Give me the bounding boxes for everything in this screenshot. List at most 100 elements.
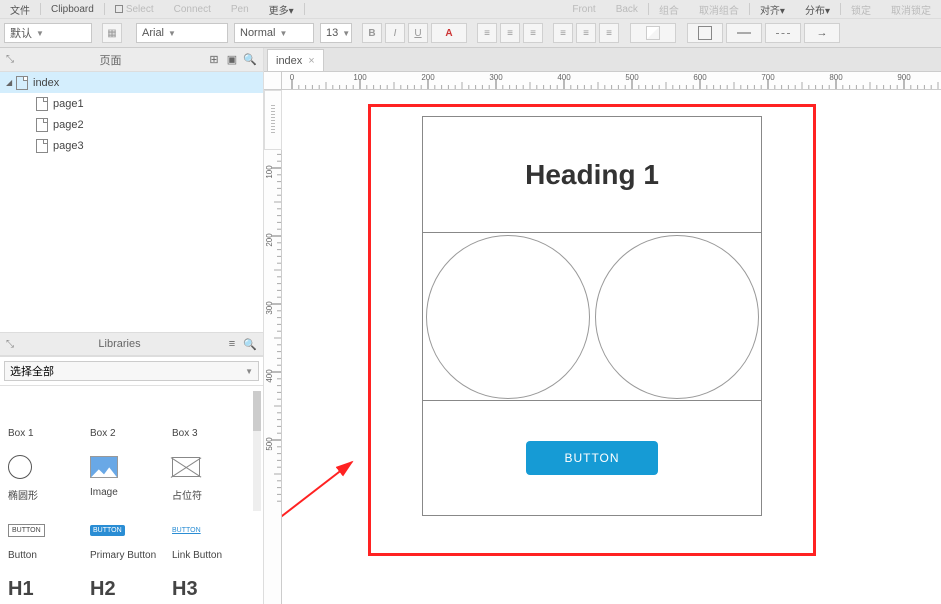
tool-pen[interactable]: Pen [221, 4, 259, 15]
canvas[interactable]: Heading 1 BUTTON [282, 90, 941, 604]
font-style-dropdown[interactable]: Normal▼ [234, 23, 314, 43]
library-item[interactable]: BUTTONPrimary Button [84, 512, 166, 571]
add-folder-icon[interactable]: ⊞ [207, 53, 221, 67]
library-item-label: 占位符 [172, 487, 242, 502]
page-child[interactable]: page3 [0, 135, 263, 156]
link-button-icon: BUTTON [172, 527, 201, 534]
btn-front[interactable]: Front [562, 4, 605, 15]
top-menubar: 文件 Clipboard Select Connect Pen 更多▾ Fron… [0, 0, 941, 18]
annotation-arrow [282, 450, 382, 580]
underline-button[interactable]: U [408, 23, 428, 43]
library-item[interactable]: Box 1 [2, 390, 84, 449]
btn-distribute[interactable]: 分布▾ [795, 2, 840, 17]
artboard-cell-right[interactable] [592, 233, 761, 400]
page-root[interactable]: ◢ index [0, 72, 263, 93]
collapse-icon[interactable]: ⤡ [6, 54, 14, 65]
library-item[interactable]: H1 [2, 571, 84, 604]
arrow-style-button[interactable]: → [804, 23, 840, 43]
button-widget[interactable]: BUTTON [526, 441, 657, 475]
library-item[interactable]: Box 3 [166, 390, 248, 449]
library-item[interactable]: Image [84, 449, 166, 512]
svg-text:100: 100 [265, 165, 274, 179]
vertical-ruler[interactable]: 0100200300400500 [264, 90, 282, 604]
library-scrollbar[interactable] [253, 391, 261, 511]
library-filter-dropdown[interactable]: 选择全部▼ [4, 361, 259, 381]
svg-text:200: 200 [265, 233, 274, 247]
align-left-button[interactable]: ≡ [477, 23, 497, 43]
library-item-label: Primary Button [90, 550, 160, 561]
paintformat-icon[interactable]: ▦ [102, 23, 122, 43]
library-item[interactable]: BUTTONButton [2, 512, 84, 571]
btn-lock[interactable]: 锁定 [841, 2, 881, 17]
align-right-button[interactable]: ≡ [523, 23, 543, 43]
library-item-label: Button [8, 550, 78, 561]
libraries-body: 选择全部▼ Box 1Box 2Box 3椭圆形Image占位符BUTTONBu… [0, 356, 263, 604]
collapse-icon[interactable]: ⤡ [6, 339, 14, 350]
library-item-label: Image [90, 487, 160, 498]
ellipse-widget[interactable] [595, 235, 759, 399]
artboard[interactable]: Heading 1 BUTTON [422, 116, 762, 516]
library-item[interactable]: 椭圆形 [2, 449, 84, 512]
bold-button[interactable]: B [362, 23, 382, 43]
valign-top-button[interactable]: ≡ [553, 23, 573, 43]
menu-file[interactable]: 文件 [0, 2, 40, 17]
font-size-dropdown[interactable]: 13▼ [320, 23, 352, 43]
libraries-menu-icon[interactable]: ≡ [225, 337, 239, 351]
format-toolbar: 默认▼ ▦ Arial▼ Normal▼ 13▼ B I U A ≡ ≡ ≡ ≡… [0, 18, 941, 48]
svg-text:400: 400 [557, 73, 571, 82]
btn-align[interactable]: 对齐▾ [750, 2, 795, 17]
document-tab[interactable]: index × [267, 49, 324, 71]
close-tab-icon[interactable]: × [308, 55, 314, 67]
tool-more[interactable]: 更多▾ [259, 2, 304, 17]
library-item[interactable]: 占位符 [166, 449, 248, 512]
valign-middle-button[interactable]: ≡ [576, 23, 596, 43]
ellipse-icon [8, 455, 32, 479]
fill-color-button[interactable] [630, 23, 676, 43]
add-page-icon[interactable]: ▣ [225, 53, 239, 67]
box-icon [8, 394, 78, 422]
align-center-button[interactable]: ≡ [500, 23, 520, 43]
page-child[interactable]: page2 [0, 114, 263, 135]
style-dropdown[interactable]: 默认▼ [4, 23, 92, 43]
heading-icon: H3 [172, 578, 198, 601]
library-item-label: Link Button [172, 550, 242, 561]
search-libraries-icon[interactable]: 🔍 [243, 337, 257, 351]
valign-bottom-button[interactable]: ≡ [599, 23, 619, 43]
tree-toggle-icon[interactable]: ◢ [6, 78, 16, 87]
horizontal-ruler[interactable]: 0100200300400500600700800900 [282, 72, 941, 90]
library-item[interactable]: BUTTON Link Button [166, 512, 248, 571]
page-icon [36, 97, 48, 111]
btn-group[interactable]: 组合 [649, 2, 689, 17]
search-pages-icon[interactable]: 🔍 [243, 53, 257, 67]
menu-clipboard[interactable]: Clipboard [41, 4, 104, 15]
artboard-footer-cell[interactable]: BUTTON [423, 401, 761, 515]
svg-text:100: 100 [353, 73, 367, 82]
library-item[interactable]: H3 [166, 571, 248, 604]
ellipse-widget[interactable] [426, 235, 590, 399]
btn-ungroup[interactable]: 取消组合 [689, 2, 749, 17]
svg-text:300: 300 [265, 301, 274, 315]
font-family-dropdown[interactable]: Arial▼ [136, 23, 228, 43]
btn-back[interactable]: Back [606, 4, 648, 15]
library-item[interactable]: Box 2 [84, 390, 166, 449]
box-icon [90, 394, 160, 422]
font-color-button[interactable]: A [431, 23, 467, 43]
line-width-button[interactable] [726, 23, 762, 43]
library-item-label: Box 2 [90, 428, 160, 439]
library-item[interactable]: H2 [84, 571, 166, 604]
italic-button[interactable]: I [385, 23, 405, 43]
tab-label: index [276, 55, 302, 67]
tool-select[interactable]: Select [105, 4, 164, 15]
pages-tree: ◢ index page1 page2 page3 [0, 72, 263, 332]
btn-unlock[interactable]: 取消锁定 [881, 2, 941, 17]
artboard-cell-left[interactable] [423, 233, 592, 400]
artboard-header-cell[interactable]: Heading 1 [423, 117, 761, 233]
svg-text:600: 600 [693, 73, 707, 82]
line-style-button[interactable] [765, 23, 801, 43]
line-color-button[interactable] [687, 23, 723, 43]
libraries-panel-header: ⤡ Libraries ≡ 🔍 [0, 332, 263, 356]
heading-widget[interactable]: Heading 1 [525, 159, 659, 191]
canvas-side-handle[interactable] [264, 90, 282, 150]
tool-connect[interactable]: Connect [164, 4, 221, 15]
page-child[interactable]: page1 [0, 93, 263, 114]
